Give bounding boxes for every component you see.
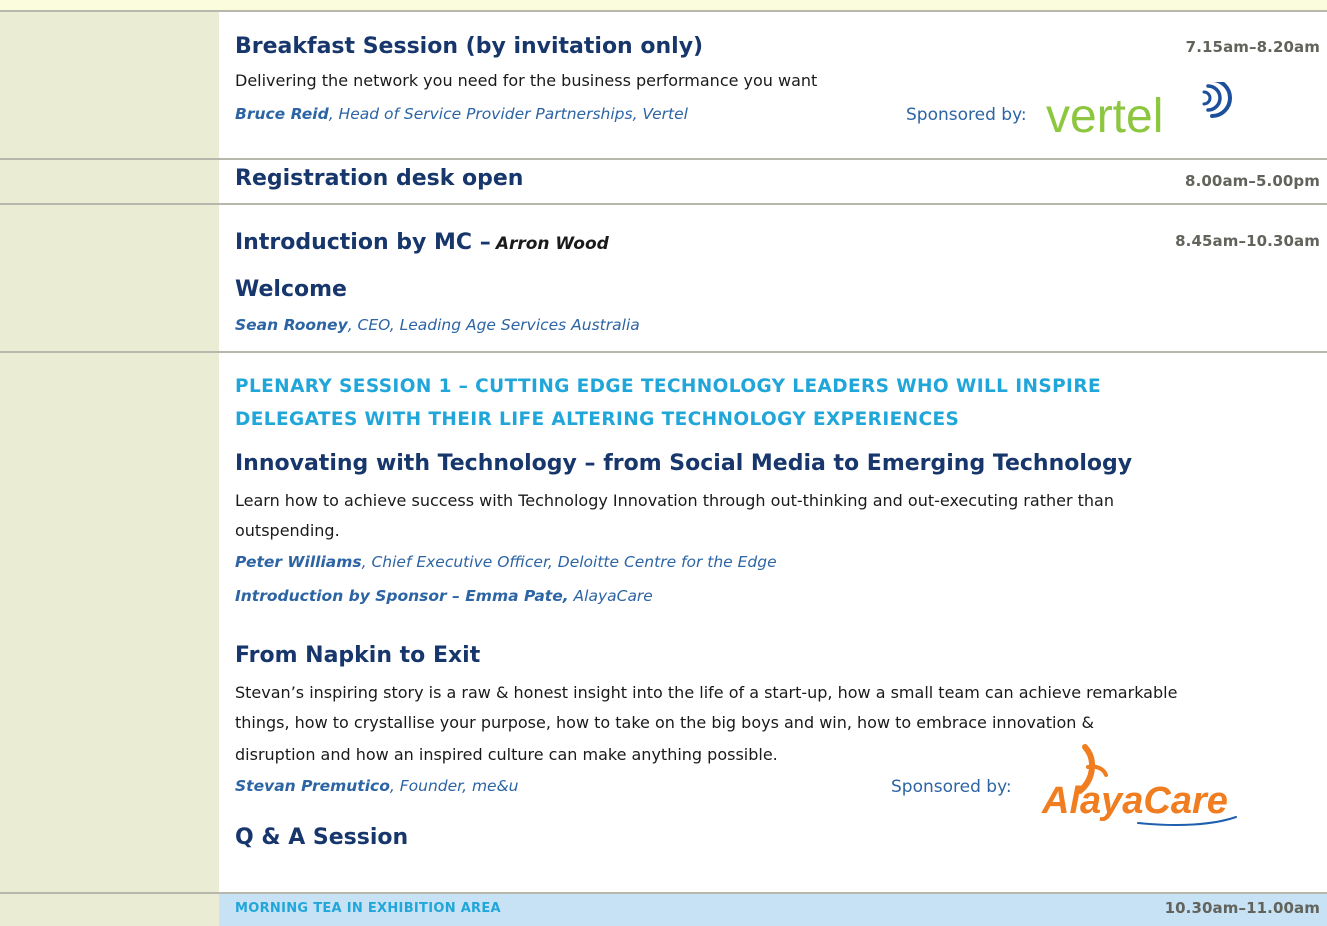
time-column [0,205,219,351]
speaker-name: Stevan Premutico [235,777,390,795]
time-column [0,894,219,926]
session-title: Breakfast Session (by invitation only) [235,34,704,59]
speaker-role: , Chief Executive Officer, Deloitte Cent… [361,553,777,571]
alayacare-logo-text: AlayaCare [1041,780,1228,822]
session-time: 8.00am–5.00pm [1185,172,1320,190]
sponsored-by-label: Sponsored by: [891,777,1012,797]
sponsor-intro-org: AlayaCare [568,587,653,605]
speaker-credit: Bruce Reid, Head of Service Provider Par… [235,105,688,123]
session-time: 8.45am–10.30am [1175,232,1320,250]
intro-title: Introduction by MC – [235,230,491,255]
speaker-role: , Founder, me&u [389,777,519,795]
alayacare-logo: AlayaCare [1038,743,1248,829]
morning-tea-label: MORNING TEA IN EXHIBITION AREA [235,901,501,916]
talk1-speaker-credit: Peter Williams, Chief Executive Officer,… [235,553,777,571]
agenda-page: 7.15am–8.20am Breakfast Session (by invi… [0,0,1327,926]
talk1-description-line1: Learn how to achieve success with Techno… [235,491,1114,510]
mc-name: Arron Wood [495,234,609,254]
talk2-description-line1: Stevan’s inspiring story is a raw & hone… [235,683,1178,702]
vertel-logo: vertel [1046,78,1246,143]
speaker-role: , CEO, Leading Age Services Australia [347,316,640,334]
talk2-speaker-credit: Stevan Premutico, Founder, me&u [235,777,519,795]
morning-tea-row: 10.30am–11.00am MORNING TEA IN EXHIBITIO… [0,894,1327,926]
registration-row: 8.00am–5.00pm Registration desk open [0,160,1327,203]
breakfast-row: 7.15am–8.20am Breakfast Session (by invi… [0,12,1327,158]
intro-row: 8.45am–10.30am Introduction by MC – Arro… [0,205,1327,351]
session-time: 7.15am–8.20am [1185,38,1320,56]
speaker-name: Sean Rooney [235,316,348,334]
plenary-heading-line2: DELEGATES WITH THEIR LIFE ALTERING TECHN… [235,409,960,430]
top-band [0,0,1327,10]
speaker-name: Bruce Reid [235,105,329,123]
sponsor-introduction: Introduction by Sponsor – Emma Pate, Ala… [235,587,653,605]
talk2-description-line2: things, how to crystallise your purpose,… [235,713,1094,732]
talk1-title: Innovating with Technology – from Social… [235,451,1133,476]
welcome-title: Welcome [235,277,347,302]
mc-line: Introduction by MC – Arron Wood [235,230,609,255]
sponsored-by-label: Sponsored by: [906,105,1027,125]
session-description: Delivering the network you need for the … [235,71,818,90]
plenary-heading-line1: PLENARY SESSION 1 – CUTTING EDGE TECHNOL… [235,376,1102,397]
talk2-description-line3: disruption and how an inspired culture c… [235,745,778,764]
talk2-title: From Napkin to Exit [235,643,481,668]
speaker-credit: Sean Rooney, CEO, Leading Age Services A… [235,316,640,334]
time-column [0,160,219,203]
speaker-name: Peter Williams [235,553,362,571]
vertel-signal-icon [1202,78,1232,118]
talk1-description-line2: outspending. [235,521,340,540]
vertel-logo-text: vertel [1046,90,1163,138]
sponsor-intro-name: Introduction by Sponsor – Emma Pate, [235,587,569,605]
time-column [0,353,219,892]
session-title: Registration desk open [235,166,524,191]
session-time: 10.30am–11.00am [1164,899,1320,917]
time-column [0,12,219,158]
qa-title: Q & A Session [235,825,409,850]
plenary-row: PLENARY SESSION 1 – CUTTING EDGE TECHNOL… [0,353,1327,892]
speaker-role: , Head of Service Provider Partnerships,… [328,105,688,123]
